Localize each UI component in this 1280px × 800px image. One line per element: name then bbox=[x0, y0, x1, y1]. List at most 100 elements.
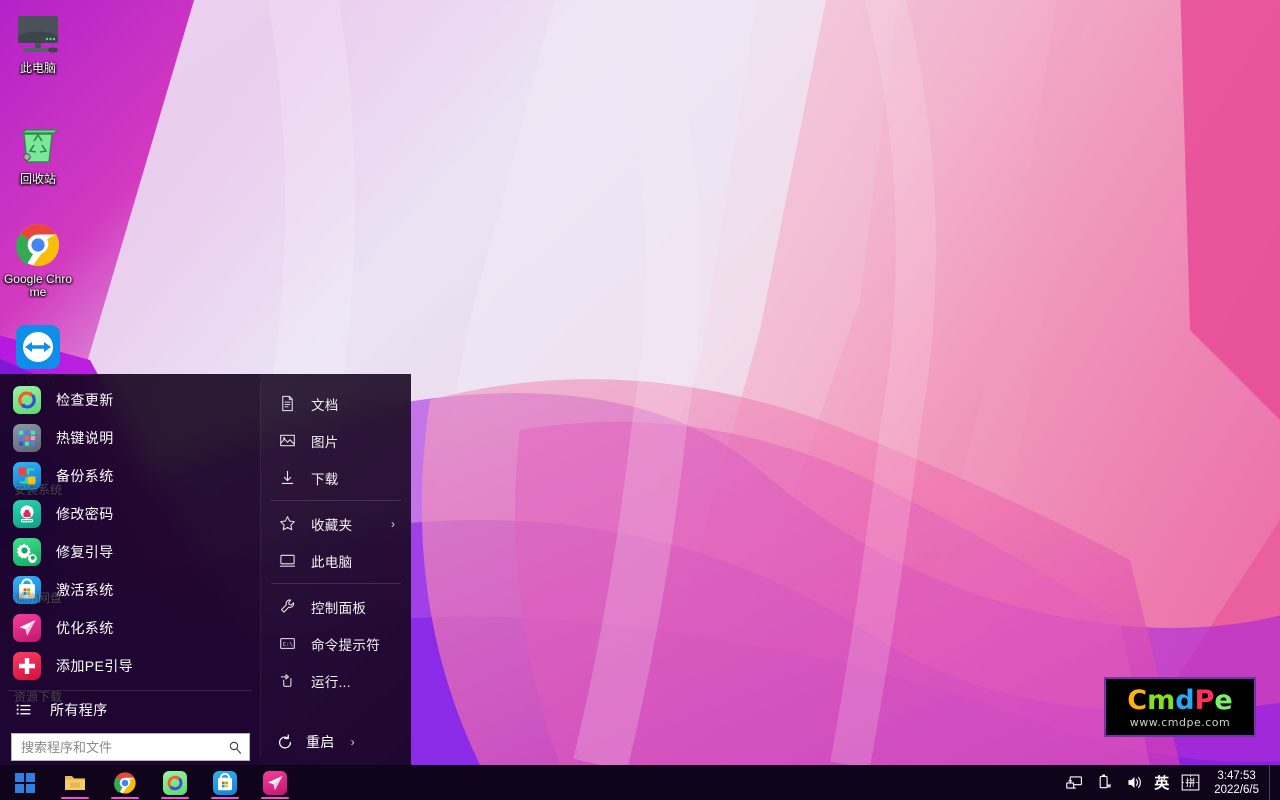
start-menu-item-favorites[interactable]: 收藏夹 › bbox=[260, 505, 411, 542]
document-icon bbox=[278, 395, 296, 413]
start-menu-item-label: 下载 bbox=[311, 468, 339, 488]
search-input[interactable] bbox=[21, 740, 228, 755]
recycle-bin-icon bbox=[14, 121, 62, 169]
search-icon[interactable] bbox=[228, 740, 243, 755]
watermark-url: www.cmdpe.com bbox=[1130, 716, 1230, 729]
chevron-right-icon: › bbox=[391, 517, 395, 531]
usb-eject-icon[interactable] bbox=[1093, 772, 1115, 794]
all-programs-label: 所有程序 bbox=[50, 700, 108, 720]
svg-text:C:\: C:\ bbox=[282, 642, 292, 648]
teamviewer-icon bbox=[14, 323, 62, 371]
watermark-logo: CmdPe bbox=[1127, 686, 1232, 715]
taskbar-clock[interactable]: 3:47:53 2022/6/5 bbox=[1206, 769, 1269, 797]
start-button[interactable] bbox=[0, 765, 50, 800]
start-menu-item-label: 热键说明 bbox=[56, 428, 114, 448]
search-area bbox=[0, 727, 260, 761]
start-menu-item-documents[interactable]: 文档 bbox=[260, 385, 411, 422]
rocket-icon bbox=[13, 614, 41, 642]
restart-icon bbox=[276, 733, 294, 751]
right-item-list: 文档 图片 bbox=[260, 374, 411, 708]
taskbar-item-optimize-system[interactable] bbox=[250, 765, 300, 800]
desktop-icon-label: 此电脑 bbox=[20, 62, 56, 75]
taskbar-item-file-explorer[interactable] bbox=[50, 765, 100, 800]
power-restart-button[interactable]: 重启 › bbox=[260, 719, 411, 765]
system-tray: 英 拼 3:47:53 2022/6/5 bbox=[1059, 765, 1280, 800]
password-icon bbox=[13, 500, 41, 528]
clock-date: 2022/6/5 bbox=[1214, 783, 1259, 797]
taskbar-item-google-chrome[interactable] bbox=[100, 765, 150, 800]
start-menu-item-downloads[interactable]: 下载 bbox=[260, 459, 411, 496]
start-menu-item-backup-system[interactable]: 备份系统 bbox=[0, 457, 260, 495]
all-programs-button[interactable]: 所有程序 bbox=[0, 693, 260, 727]
start-menu-item-this-pc[interactable]: 此电脑 bbox=[260, 542, 411, 579]
menu-divider bbox=[271, 500, 401, 501]
start-menu-item-label: 添加PE引导 bbox=[56, 656, 133, 676]
monitor-icon bbox=[278, 552, 296, 570]
start-menu-item-repair-boot[interactable]: 修复引导 bbox=[0, 533, 260, 571]
logo-letter: P bbox=[1195, 685, 1215, 716]
start-menu-item-label: 图片 bbox=[311, 431, 339, 451]
start-menu-item-label: 修复引导 bbox=[56, 542, 114, 562]
menu-divider bbox=[271, 583, 401, 584]
start-menu-item-run[interactable]: 运行... bbox=[260, 662, 411, 699]
windows-logo-icon bbox=[13, 771, 37, 795]
monitor-icon bbox=[14, 10, 62, 58]
logo-letter: m bbox=[1147, 685, 1175, 716]
list-icon bbox=[13, 699, 35, 721]
desktop-icon-recycle-bin[interactable]: 回收站 bbox=[0, 115, 76, 186]
start-menu-item-label: 修改密码 bbox=[56, 504, 114, 524]
start-menu-item-label: 优化系统 bbox=[56, 618, 114, 638]
show-desktop-button[interactable] bbox=[1269, 765, 1276, 800]
console-icon: C:\ bbox=[278, 635, 296, 653]
start-menu-item-label: 检查更新 bbox=[56, 390, 114, 410]
taskbar[interactable]: 英 拼 3:47:53 2022/6/5 bbox=[0, 765, 1280, 800]
desktop-icon-label: 回收站 bbox=[20, 173, 56, 186]
wrench-icon bbox=[278, 598, 296, 616]
cmdpe-watermark: CmdPe www.cmdpe.com bbox=[1104, 677, 1256, 737]
start-menu-right-column: 文档 图片 bbox=[260, 374, 411, 765]
start-menu-left-column: 检查更新 bbox=[0, 374, 260, 765]
start-menu-item-change-password[interactable]: 修改密码 bbox=[0, 495, 260, 533]
taskbar-left bbox=[0, 765, 300, 800]
taskbar-item-activate-system[interactable] bbox=[200, 765, 250, 800]
ime-mode-icon[interactable]: 拼 bbox=[1178, 772, 1202, 794]
gears-icon bbox=[13, 538, 41, 566]
plus-icon bbox=[13, 652, 41, 680]
start-menu-item-activate-system[interactable]: 激活系统 bbox=[0, 571, 260, 609]
start-menu-item-hotkey-help[interactable]: 热键说明 bbox=[0, 419, 260, 457]
start-menu-item-control-panel[interactable]: 控制面板 bbox=[260, 588, 411, 625]
search-box[interactable] bbox=[11, 733, 250, 761]
chrome-icon bbox=[14, 221, 62, 269]
taskbar-item-check-update[interactable] bbox=[150, 765, 200, 800]
picture-icon bbox=[278, 432, 296, 450]
start-menu-item-label: 激活系统 bbox=[56, 580, 114, 600]
run-icon bbox=[278, 672, 296, 690]
start-menu-item-add-pe-boot[interactable]: 添加PE引导 bbox=[0, 647, 260, 685]
refresh-icon bbox=[163, 771, 187, 795]
desktop-icon-this-pc[interactable]: 此电脑 bbox=[0, 4, 76, 75]
chevron-right-icon: › bbox=[351, 735, 355, 749]
volume-icon[interactable] bbox=[1123, 772, 1145, 794]
start-menu-item-check-update[interactable]: 检查更新 bbox=[0, 381, 260, 419]
start-menu-item-label: 备份系统 bbox=[56, 466, 114, 486]
desktop-icon-google-chrome[interactable]: Google Chrome bbox=[0, 215, 76, 299]
logo-letter: C bbox=[1127, 685, 1147, 716]
ime-language-indicator[interactable]: 英 bbox=[1154, 772, 1169, 793]
start-menu-item-label: 此电脑 bbox=[311, 551, 352, 571]
start-menu-item-optimize-system[interactable]: 优化系统 bbox=[0, 609, 260, 647]
network-icon[interactable] bbox=[1063, 772, 1085, 794]
start-menu-item-command-prompt[interactable]: C:\ 命令提示符 bbox=[260, 625, 411, 662]
folder-icon bbox=[63, 771, 87, 795]
power-restart-label: 重启 bbox=[306, 732, 335, 752]
svg-text:拼: 拼 bbox=[1185, 777, 1195, 789]
start-menu-item-label: 文档 bbox=[311, 394, 339, 414]
refresh-icon bbox=[13, 386, 41, 414]
start-menu-item-pictures[interactable]: 图片 bbox=[260, 422, 411, 459]
start-menu-item-label: 命令提示符 bbox=[311, 634, 380, 654]
download-icon bbox=[278, 469, 296, 487]
rocket-icon bbox=[263, 771, 287, 795]
store-icon bbox=[13, 576, 41, 604]
start-menu[interactable]: 检查更新 bbox=[0, 374, 411, 765]
start-menu-item-label: 运行... bbox=[311, 671, 351, 691]
start-menu-item-label: 控制面板 bbox=[311, 597, 366, 617]
